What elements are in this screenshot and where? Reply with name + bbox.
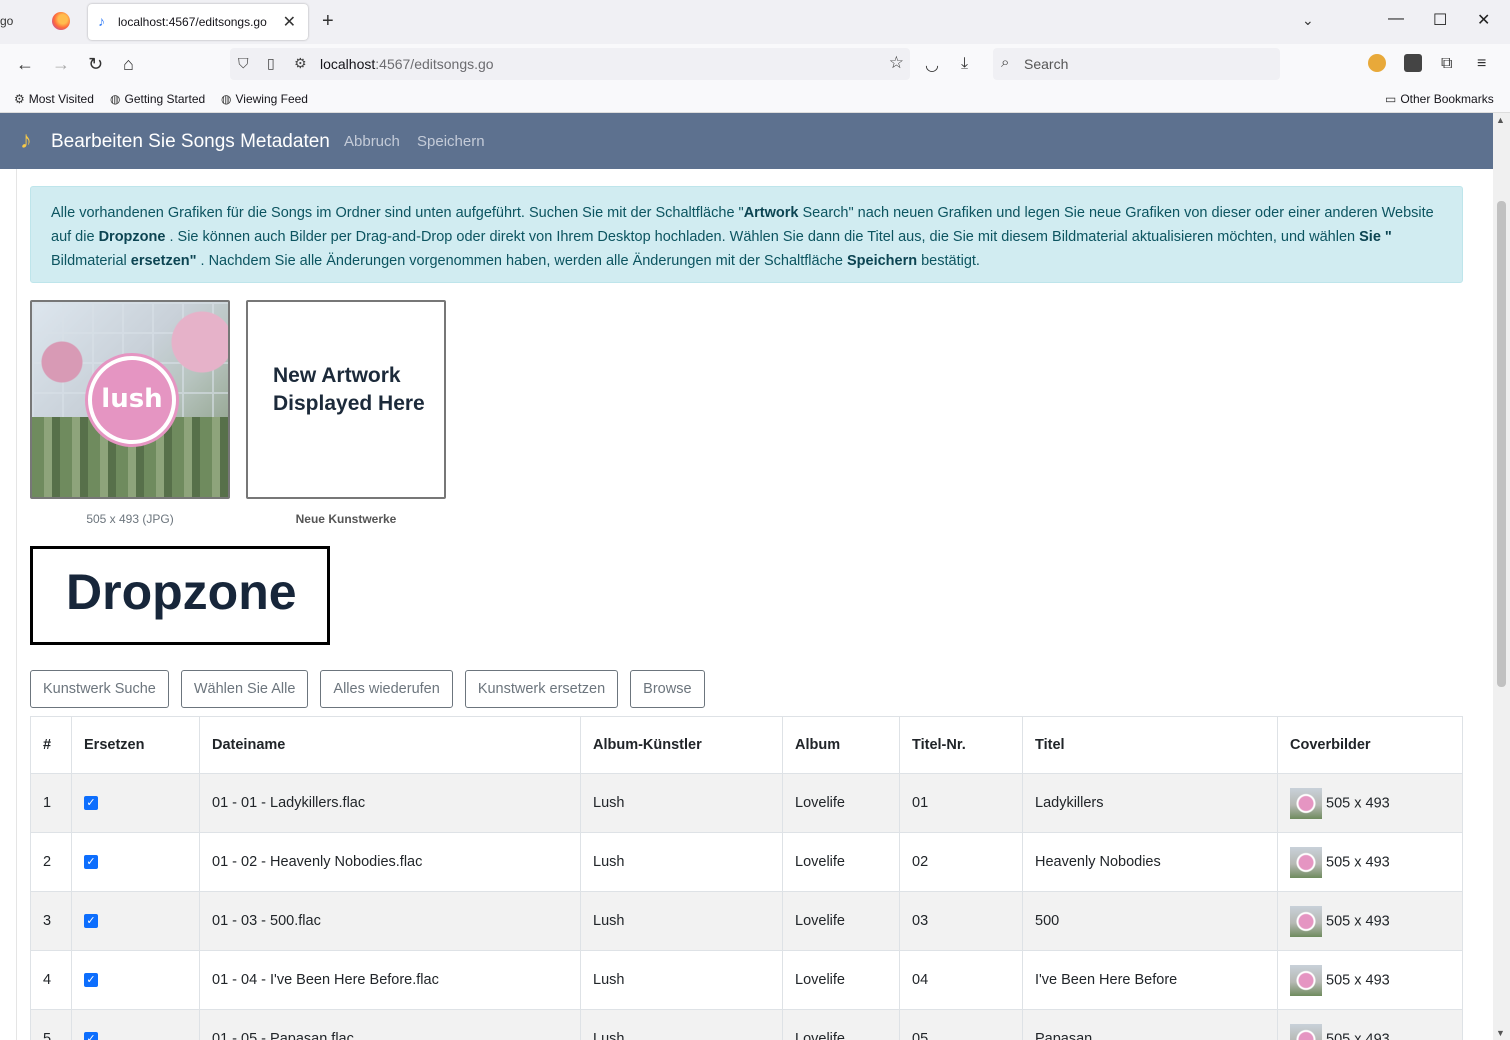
nav-speichern[interactable]: Speichern — [417, 133, 485, 150]
partial-tab-label: go — [0, 14, 14, 28]
nav-abbruch[interactable]: Abbruch — [344, 133, 400, 150]
back-icon[interactable]: ← — [16, 54, 34, 75]
existing-artwork-caption: 505 x 493 (JPG) — [86, 512, 174, 526]
extensions-puzzle-icon[interactable]: ⧉ — [1441, 55, 1452, 73]
replace-artwork-button[interactable]: Kunstwerk ersetzen — [464, 670, 619, 708]
close-tab-icon[interactable]: ✕ — [283, 12, 296, 32]
bookmark-most-visited[interactable]: ⚙ Most Visited — [14, 92, 94, 106]
table-row: 2 ✓ 01 - 02 - Heavenly Nobodies.flac Lus… — [30, 832, 1463, 892]
replace-checkbox[interactable]: ✓ — [84, 973, 98, 988]
cover-thumbnail[interactable] — [1290, 846, 1322, 878]
left-edge-strip — [0, 169, 17, 1040]
globe-icon: ◍ — [221, 92, 232, 106]
music-note-icon: ♪ — [98, 13, 105, 29]
col-number: # — [30, 716, 72, 774]
home-icon[interactable]: ⌂ — [123, 54, 134, 75]
url-text[interactable]: localhost:4567/editsongs.go — [320, 56, 494, 72]
col-cover: Coverbilder — [1277, 716, 1463, 774]
replace-checkbox[interactable]: ✓ — [84, 1032, 98, 1040]
minimize-icon[interactable]: — — [1388, 10, 1404, 28]
col-album-artist: Album-Künstler — [580, 716, 783, 774]
shield-icon[interactable]: ⛉ — [238, 55, 249, 72]
tab-title: localhost:4567/editsongs.go — [118, 15, 267, 29]
globe-icon: ◍ — [110, 92, 121, 106]
download-icon[interactable]: ⤓ — [961, 55, 968, 73]
cover-thumbnail[interactable] — [1290, 787, 1322, 819]
cover-thumbnail[interactable] — [1290, 905, 1322, 937]
replace-checkbox[interactable]: ✓ — [84, 796, 98, 811]
search-bar[interactable]: ⌕ Search — [993, 48, 1280, 80]
page-scrollbar[interactable]: ▲ ▼ — [1493, 113, 1510, 1040]
table-row: 5 ✓ 01 - 05 - Papasan.flac Lush Lovelife… — [30, 1009, 1463, 1040]
page-icon[interactable]: ▯ — [267, 55, 275, 72]
tab-strip-left: go — [0, 0, 86, 44]
new-artwork-caption: Neue Kunstwerke — [295, 512, 397, 526]
col-replace: Ersetzen — [71, 716, 200, 774]
permissions-icon[interactable]: ⚙ — [294, 55, 307, 72]
browser-tabbar: go ♪ localhost:4567/editsongs.go ✕ + ⌄ —… — [0, 0, 1510, 44]
table-row: 1 ✓ 01 - 01 - Ladykillers.flac Lush Love… — [30, 773, 1463, 833]
action-buttons: Kunstwerk Suche Wählen Sie Alle Alles wi… — [30, 670, 705, 708]
table-row: 4 ✓ 01 - 04 - I've Been Here Before.flac… — [30, 950, 1463, 1010]
new-tab-icon[interactable]: + — [322, 10, 334, 33]
scroll-down-icon[interactable]: ▼ — [1496, 1028, 1505, 1038]
bookmark-star-icon[interactable]: ☆ — [889, 53, 904, 73]
tab-editsongs[interactable]: ♪ localhost:4567/editsongs.go ✕ — [88, 4, 308, 40]
table-row: 3 ✓ 01 - 03 - 500.flac Lush Lovelife 03 … — [30, 891, 1463, 951]
col-album: Album — [782, 716, 900, 774]
revoke-all-button[interactable]: Alles wiederufen — [320, 670, 453, 708]
pocket-icon[interactable]: ◡ — [925, 55, 939, 75]
folder-icon: ▭ — [1385, 92, 1397, 106]
extension-selenium-icon[interactable] — [1404, 54, 1422, 72]
bookmark-getting-started[interactable]: ◍ Getting Started — [110, 92, 205, 106]
menu-hamburger-icon[interactable]: ≡ — [1477, 55, 1486, 73]
browse-button[interactable]: Browse — [630, 670, 705, 708]
extension-monkey-icon[interactable] — [1368, 54, 1386, 72]
cover-thumbnail[interactable] — [1290, 1023, 1322, 1040]
search-icon: ⌕ — [1001, 54, 1010, 71]
new-artwork-placeholder[interactable]: New Artwork Displayed Here — [246, 300, 446, 499]
bookmark-viewing-feed[interactable]: ◍ Viewing Feed — [221, 92, 308, 106]
close-window-icon[interactable]: ✕ — [1477, 10, 1490, 30]
lush-logo: lush — [88, 356, 176, 444]
bookmark-other[interactable]: ▭ Other Bookmarks — [1385, 92, 1494, 106]
info-alert: Alle vorhandenen Grafiken für die Songs … — [30, 186, 1463, 283]
app-navbar: ♪ Bearbeiten Sie Songs Metadaten Abbruch… — [0, 113, 1493, 169]
bookmarks-bar: ⚙ Most Visited ◍ Getting Started ◍ Viewing … — [0, 86, 1510, 113]
maximize-icon[interactable]: ☐ — [1433, 10, 1447, 30]
main-content: Alle vorhandenen Grafiken für die Songs … — [17, 169, 1493, 1040]
firefox-icon[interactable] — [52, 12, 70, 30]
forward-icon[interactable]: → — [52, 54, 70, 75]
cover-thumbnail[interactable] — [1290, 964, 1322, 996]
reload-icon[interactable]: ↻ — [88, 54, 103, 75]
app-brand[interactable]: Bearbeiten Sie Songs Metadaten — [51, 131, 330, 153]
select-all-button[interactable]: Wählen Sie Alle — [180, 670, 309, 708]
url-bar[interactable]: ⛉ ▯ ⚙ localhost:4567/editsongs.go ☆ — [230, 48, 910, 80]
songs-table: # Ersetzen Dateiname Album-Künstler Albu… — [30, 716, 1463, 1040]
col-track: Titel-Nr. — [899, 716, 1023, 774]
music-note-icon: ♪ — [20, 127, 32, 154]
col-filename: Dateiname — [199, 716, 581, 774]
replace-checkbox[interactable]: ✓ — [84, 914, 98, 929]
scrollbar-thumb[interactable] — [1497, 201, 1506, 687]
artwork-search-button[interactable]: Kunstwerk Suche — [30, 670, 169, 708]
scroll-up-icon[interactable]: ▲ — [1496, 115, 1505, 125]
col-title: Titel — [1022, 716, 1278, 774]
replace-checkbox[interactable]: ✓ — [84, 855, 98, 870]
chevron-down-icon[interactable]: ⌄ — [1302, 12, 1314, 29]
dropzone[interactable]: Dropzone — [30, 546, 330, 645]
existing-artwork[interactable]: lush — [30, 300, 230, 499]
search-placeholder: Search — [1024, 56, 1069, 72]
browser-navbar: ← → ↻ ⌂ ⛉ ▯ ⚙ localhost:4567/editsongs.g… — [0, 44, 1510, 86]
gear-icon: ⚙ — [14, 92, 25, 106]
